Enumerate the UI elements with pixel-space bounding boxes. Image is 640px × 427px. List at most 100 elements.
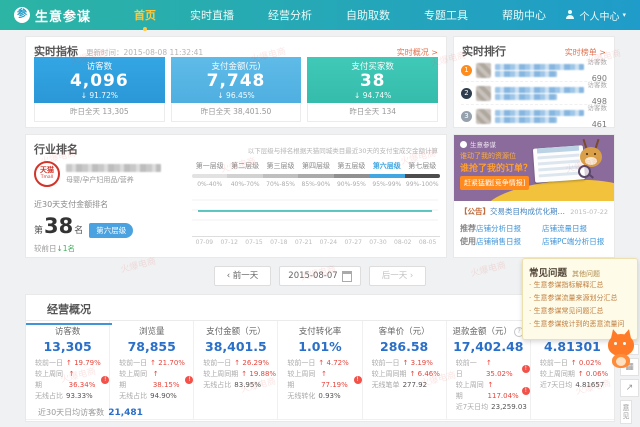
tab-tier-4[interactable]: 第四层级	[298, 161, 333, 171]
metric-tile-visitors[interactable]: 访客数 13,305 较前一日↑ 19.79% 较上周同期↑ 36.34% 无线…	[26, 321, 110, 420]
tab-tier-2[interactable]: 第二层级	[227, 161, 262, 171]
nav-item-tools[interactable]: 专题工具	[424, 7, 468, 23]
brand-name: 生意参谋	[35, 6, 91, 25]
metric-yesterday: 昨日全天 134	[307, 103, 438, 122]
metric-tile-refund[interactable]: 退款金额（元） 17,402.48 较前一日↑ 35.02% 较上周同期↑ 11…	[447, 321, 531, 420]
realtime-metrics-panel: 实时指标 更新时间：2015-08-08 11:32:41 实时概况 > 访客数…	[25, 36, 447, 128]
recommend-label: 推荐 使用	[460, 222, 476, 248]
rank-suffix: 名	[74, 223, 83, 236]
page: 参 生意参谋 首页 实时直播 经营分析 自助取数 专题工具 帮助中心 个人中心 …	[0, 0, 640, 422]
rank-prefix: 第	[34, 223, 43, 236]
tier-badge[interactable]: 第六层级	[89, 223, 133, 238]
metric-tile-avg-order[interactable]: 客单价（元） 286.58 较前一日↑ 3.19% 较上周同期↑ 6.46% 无…	[363, 321, 447, 420]
banner-cta[interactable]: 赶紧猛戳[竞争情报]	[460, 176, 529, 190]
overview-footer-stat: 近30天日均访客数21,481	[38, 407, 143, 418]
tab-tier-5[interactable]: 第五层级	[334, 161, 369, 171]
metric-card-payment[interactable]: 支付金额(元) 7,748 ↓ 96.45% 昨日全天 38,401.50	[171, 57, 302, 122]
rank-number: 38	[44, 214, 73, 238]
metric-tile-pageviews[interactable]: 浏览量 78,855 较前一日↑ 21.70% 较上周同期↑ 38.15% 无线…	[110, 321, 194, 420]
nav-item-home[interactable]: 首页	[134, 7, 156, 23]
product-thumbnail-blurred	[476, 86, 491, 101]
metric-delta: ↓ 96.45%	[171, 91, 302, 100]
banner-brand: 生意参谋	[470, 139, 496, 149]
link-shop-traffic-daily[interactable]: 店铺流量日报	[542, 222, 608, 235]
rank-1-badge: 1	[461, 65, 472, 76]
industry-note: 以下层级与排名根据天猫同城类目最近30天的支付宝成交金额计算	[248, 145, 438, 155]
alert-icon	[354, 376, 362, 384]
helper-mascot[interactable]	[604, 330, 638, 374]
ranking-item[interactable]: 1 访客数690	[461, 59, 607, 82]
ranking-metric-label: 访客数	[588, 79, 608, 89]
banner-line1: 谁动了我的资源位	[460, 151, 516, 161]
metric-card-buyers[interactable]: 支付买家数 38 ↓ 94.74% 昨日全天 134	[307, 57, 438, 122]
metric-card-visitors[interactable]: 访客数 4,096 ↓ 91.72% 昨日全天 13,305	[34, 57, 165, 122]
date-picker[interactable]: 2015-08-07	[279, 266, 360, 286]
metric-value: 38	[307, 72, 438, 91]
industry-title: 行业排名	[34, 141, 78, 157]
metric-tile-payment[interactable]: 支付金额（元） 38,401.5 较前一日↑ 26.29% 较上周同期↑ 19.…	[194, 321, 278, 420]
product-thumbnail-blurred	[476, 109, 491, 124]
faq-link[interactable]: 生意参谋常见问题汇总	[529, 305, 631, 318]
nav-item-analysis[interactable]: 经营分析	[268, 7, 312, 23]
tier-ranges: 0%-40%40%-70% 70%-85%85%-90% 90%-95%95%-…	[192, 181, 440, 188]
metric-label: 访客数	[34, 60, 165, 72]
tab-overview-active[interactable]: 经营概况	[26, 301, 112, 317]
faq-title: 常见问题	[529, 265, 567, 279]
nav-item-data[interactable]: 自助取数	[346, 7, 390, 23]
ranking-metric-value: 461	[592, 120, 607, 129]
tab-tier-1[interactable]: 第一层级	[192, 161, 227, 171]
metric-delta: ↓ 91.72%	[34, 91, 165, 100]
ranking-metric-label: 访客数	[588, 102, 608, 112]
date-value: 2015-08-07	[288, 267, 337, 285]
ranking-metric-label: 访客数	[588, 56, 608, 66]
tab-tier-6-active[interactable]: 第六层级	[369, 161, 404, 171]
chevron-down-icon: ▾	[622, 11, 626, 19]
next-day-button[interactable]: 后一天 ›	[369, 266, 427, 286]
faq-more-link[interactable]: 其他问题	[572, 269, 600, 279]
metric-label: 支付金额(元)	[171, 60, 302, 72]
rank-2-badge: 2	[461, 88, 472, 99]
nav-item-live[interactable]: 实时直播	[190, 7, 234, 23]
tab-tier-7[interactable]: 第七层级	[405, 161, 440, 171]
share-icon[interactable]: ↗	[620, 379, 639, 397]
nav-item-help[interactable]: 帮助中心	[502, 7, 546, 23]
alert-icon	[522, 365, 530, 373]
banner-logo-icon	[460, 141, 467, 148]
brand[interactable]: 参 生意参谋	[14, 6, 91, 25]
brand-logo-icon: 参	[14, 7, 30, 23]
link-shop-pc-analysis-daily[interactable]: 店铺PC端分析日报	[542, 235, 608, 248]
announcement[interactable]: 【公告】 交易类目构成优化期间影响部分数据缺 2015-07-22	[454, 201, 614, 217]
user-menu-label: 个人中心	[579, 8, 619, 23]
ranking-item[interactable]: 2 访客数498	[461, 82, 607, 105]
user-menu[interactable]: 个人中心 ▾	[565, 8, 626, 23]
metric-value: 7,748	[171, 72, 302, 91]
industry-rank-panel: 行业排名 以下层级与排名根据天猫同城类目最近30天的支付宝成交金额计算 天猫 T…	[25, 134, 447, 258]
rank-change: 较前日↓1名	[34, 243, 184, 254]
prev-day-button[interactable]: ‹ 前一天	[214, 266, 272, 286]
calendar-icon	[342, 271, 352, 282]
metric-yesterday: 昨日全天 38,401.50	[171, 103, 302, 122]
alert-icon	[522, 387, 530, 395]
user-icon	[565, 10, 575, 20]
ranking-item[interactable]: 3 访客数461	[461, 105, 607, 127]
product-title-blurred	[495, 86, 584, 101]
announcement-tag: 【公告】	[460, 206, 490, 217]
tier-tabs: 第一层级 第二层级 第三层级 第四层级 第五层级 第六层级 第七层级	[192, 161, 440, 171]
faq-link[interactable]: 生意参谋指标解释汇总	[529, 279, 631, 292]
alert-icon	[185, 376, 193, 384]
product-thumbnail-blurred	[476, 63, 491, 78]
chart-x-axis: 07-0907-12 07-1507-18 07-2107-24 07-2707…	[192, 239, 440, 246]
link-shop-analysis-daily[interactable]: 店铺分析日报	[476, 222, 542, 235]
faq-link[interactable]: 生意参谋流量来源划分汇总	[529, 292, 631, 305]
link-shop-sales-daily[interactable]: 店铺销售日报	[476, 235, 542, 248]
product-title-blurred	[495, 109, 584, 124]
tab-tier-3[interactable]: 第三层级	[263, 161, 298, 171]
metric-delta: ↓ 94.74%	[307, 91, 438, 100]
metric-tile-conversion[interactable]: 支付转化率 1.01% 较前一日↑ 4.72% 较上周同期↑ 77.19% 无线…	[278, 321, 362, 420]
promo-banner[interactable]: 生意参谋 谁动了我的资源位 谁抢了我的订单？ 赶紧猛戳[竞争情报]	[454, 135, 614, 201]
announcement-text: 交易类目构成优化期间影响部分数据缺	[490, 206, 567, 217]
shop-name-blurred	[66, 164, 161, 172]
feedback-button[interactable]: 意见	[620, 400, 632, 424]
rank-metric-label: 近30天支付金额排名	[34, 199, 184, 210]
faq-popup: 常见问题 其他问题 生意参谋指标解释汇总 生意参谋流量来源划分汇总 生意参谋常见…	[522, 258, 638, 340]
